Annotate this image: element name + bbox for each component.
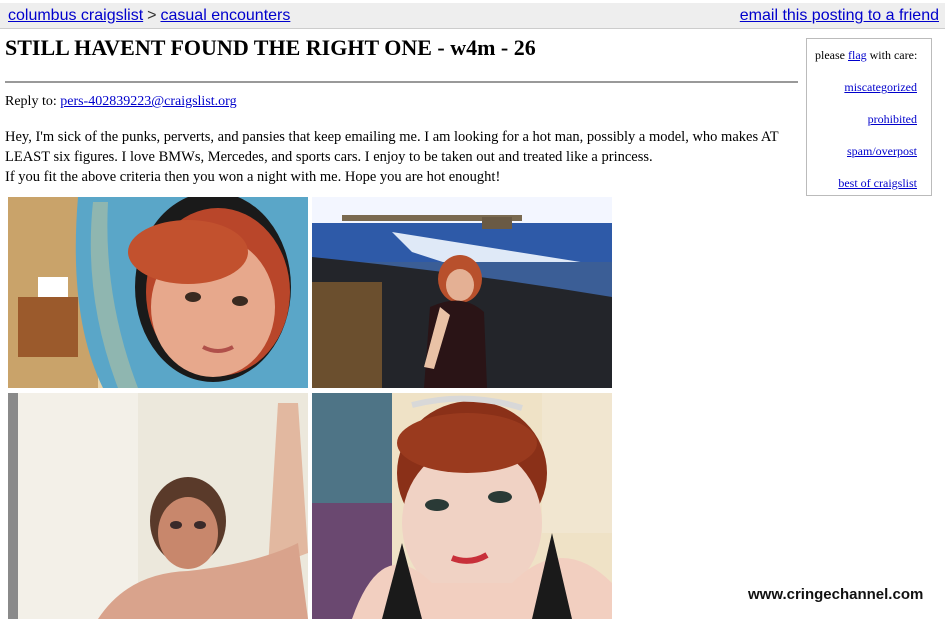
flag-box: please flag with care: miscategorized pr… [806,38,932,196]
posting-title: STILL HAVENT FOUND THE RIGHT ONE - w4m -… [5,35,536,60]
posting-body: Hey, I'm sick of the punks, perverts, an… [5,127,800,187]
top-bar: columbus craigslist > casual encounters em… [0,3,945,29]
photo-shower[interactable] [8,393,308,619]
email-to-friend-link[interactable]: email this posting to a friend [740,3,939,28]
best-of-craigslist-link[interactable]: best of craigslist [838,176,917,191]
breadcrumb-separator: > [147,7,157,24]
flag-prohibited-link[interactable]: prohibited [868,112,917,127]
posting-body-paragraph: Hey, I'm sick of the punks, perverts, an… [5,129,779,165]
title-divider [5,81,798,83]
flag-suffix: with care: [869,48,918,62]
reply-email-link[interactable]: pers-402839223@craigslist.org [60,94,236,109]
flag-miscategorized-link[interactable]: miscategorized [844,80,917,95]
photo-beach[interactable] [312,197,612,388]
posting-body-paragraph: If you fit the above criteria then you w… [5,169,501,185]
photo-selfie-hood[interactable] [8,197,308,388]
flag-prefix: please [815,48,845,62]
reply-line: Reply to: pers-402839223@craigslist.org [5,94,237,110]
breadcrumb: columbus craigslist > casual encounters [8,3,290,28]
flag-spam-link[interactable]: spam/overpost [847,144,917,159]
breadcrumb-city-link[interactable]: columbus craigslist [8,7,143,24]
watermark: www.cringechannel.com [748,586,924,603]
flag-box-header: please flag with care: [815,48,917,63]
breadcrumb-section-link[interactable]: casual encounters [161,7,291,24]
flag-link[interactable]: flag [848,48,867,62]
reply-label: Reply to: [5,94,57,109]
photo-tiara[interactable] [312,393,612,619]
